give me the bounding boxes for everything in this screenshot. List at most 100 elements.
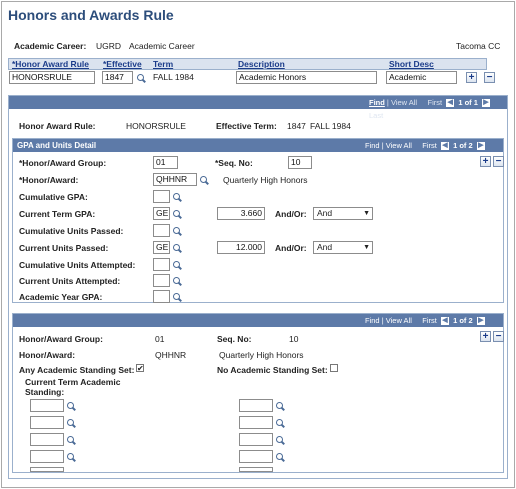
standing-input[interactable] (30, 416, 64, 429)
delete-group-button[interactable]: − (493, 156, 504, 167)
find-link[interactable]: Find (369, 98, 385, 107)
honor-award-group-label: Honor/Award Group: (19, 334, 103, 344)
magnifier-icon[interactable] (66, 435, 76, 445)
honor-award-group-input[interactable]: 01 (153, 156, 178, 169)
col-term[interactable]: Term (153, 59, 173, 70)
magnifier-icon[interactable] (172, 226, 182, 236)
col-short-desc[interactable]: Short Desc (389, 59, 434, 70)
col-description[interactable]: Description (238, 59, 285, 70)
standing-input[interactable] (239, 399, 273, 412)
magnifier-icon[interactable] (172, 276, 182, 286)
add-row-button[interactable]: + (466, 72, 477, 83)
seq-no-input[interactable]: 10 (288, 156, 312, 169)
gpa-section-header: GPA and Units Detail Find | View All Fir… (13, 139, 503, 163)
magnifier-icon[interactable] (199, 175, 209, 185)
find-link[interactable]: Find (365, 141, 380, 150)
standing-input[interactable] (239, 467, 273, 472)
short-desc-input[interactable]: Academic (386, 71, 457, 84)
arrow-right-icon[interactable]: ▶ (482, 99, 490, 108)
magnifier-icon[interactable] (66, 418, 76, 428)
delete-group-button[interactable]: − (493, 331, 504, 342)
magnifier-icon[interactable] (172, 260, 182, 270)
seq-no-value: 10 (289, 334, 299, 344)
description-input[interactable]: Academic Honors (236, 71, 377, 84)
gpa-units-section: GPA and Units Detail Find | View All Fir… (12, 138, 504, 303)
arrow-right-icon[interactable]: ▶ (476, 317, 485, 326)
current-units-passed-value-input[interactable]: 12.000 (217, 241, 265, 254)
magnifier-icon[interactable] (172, 292, 182, 302)
standing-input[interactable] (239, 416, 273, 429)
standing-input[interactable] (30, 399, 64, 412)
effective-term-desc: FALL 1984 (310, 121, 351, 131)
current-term-gpa-value-input[interactable]: 3.660 (217, 207, 265, 220)
row-range: 1 of 2 (453, 141, 473, 150)
magnifier-icon[interactable] (275, 401, 285, 411)
any-standing-label: Any Academic Standing Set: (19, 365, 135, 375)
first-link[interactable]: First (422, 141, 437, 150)
standing-input[interactable] (30, 450, 64, 463)
arrow-left-icon[interactable]: ◀ (440, 317, 449, 326)
magnifier-icon[interactable] (136, 73, 146, 83)
academic-standing-section: Find | View All First ◀ 1 of 2 ▶ Last + … (12, 313, 504, 473)
view-all-link[interactable]: View All (386, 316, 412, 325)
institution-name: Tacoma CC (456, 41, 501, 51)
honor-award-input[interactable]: QHHNR (153, 173, 197, 186)
col-honor-award-rule[interactable]: *Honor Award Rule (12, 59, 89, 70)
magnifier-icon[interactable] (275, 452, 285, 462)
current-units-passed-op-input[interactable]: GE (153, 241, 170, 254)
magnifier-icon[interactable] (275, 435, 285, 445)
standing-input[interactable] (30, 467, 64, 472)
magnifier-icon[interactable] (66, 401, 76, 411)
and-or-label: And/Or: (275, 243, 307, 253)
and-or-select[interactable]: And (313, 241, 373, 254)
honor-award-group-value: 01 (155, 334, 165, 344)
magnifier-icon[interactable] (275, 418, 285, 428)
last-link[interactable]: Last (365, 154, 379, 163)
rule-detail-panel: Find | View All First ◀ 1 of 1 ▶ Last Ho… (8, 95, 508, 479)
current-units-passed-label: Current Units Passed: (19, 243, 109, 253)
no-standing-checkbox[interactable] (330, 364, 338, 372)
cumulative-units-attempted-input[interactable] (153, 258, 170, 271)
nav-separator: | (381, 141, 384, 150)
first-link[interactable]: First (422, 316, 437, 325)
first-link[interactable]: First (428, 98, 443, 107)
effective-input[interactable]: 1847 (102, 71, 133, 84)
last-link[interactable]: Last (369, 111, 383, 120)
honor-award-group-label: *Honor/Award Group: (19, 158, 107, 168)
add-group-button[interactable]: + (480, 331, 491, 342)
term-value: FALL 1984 (153, 72, 194, 82)
nav-separator: | (381, 316, 384, 325)
standing-input[interactable] (30, 433, 64, 446)
view-all-link[interactable]: View All (386, 141, 412, 150)
current-units-attempted-input[interactable] (153, 274, 170, 287)
add-group-button[interactable]: + (480, 156, 491, 167)
arrow-left-icon[interactable]: ◀ (440, 142, 449, 151)
delete-row-button[interactable]: − (484, 72, 495, 83)
and-or-select[interactable]: And (313, 207, 373, 220)
honor-award-rule-label: Honor Award Rule: (19, 121, 96, 131)
honor-award-rule-input[interactable]: HONORSRULE (9, 71, 95, 84)
magnifier-icon[interactable] (172, 209, 182, 219)
magnifier-icon[interactable] (66, 452, 76, 462)
honor-award-desc: Quarterly High Honors (223, 175, 308, 185)
honor-award-label: Honor/Award: (19, 350, 76, 360)
honor-award-desc: Quarterly High Honors (219, 350, 304, 360)
career-desc: Academic Career (129, 41, 195, 51)
standing-input[interactable] (239, 450, 273, 463)
current-term-gpa-op-input[interactable]: GE (153, 207, 170, 220)
col-effective[interactable]: *Effective (103, 59, 142, 70)
academic-year-gpa-input[interactable] (153, 290, 170, 303)
cumulative-units-passed-input[interactable] (153, 224, 170, 237)
view-all-link[interactable]: View All (391, 98, 417, 107)
cumulative-gpa-input[interactable] (153, 190, 170, 203)
arrow-left-icon[interactable]: ◀ (446, 99, 455, 108)
current-term-gpa-label: Current Term GPA: (19, 209, 96, 219)
magnifier-icon[interactable] (172, 243, 182, 253)
magnifier-icon[interactable] (172, 192, 182, 202)
seq-no-label: Seq. No: (217, 334, 252, 344)
any-standing-checkbox[interactable]: ✔ (136, 364, 144, 373)
arrow-right-icon[interactable]: ▶ (476, 142, 485, 151)
last-link[interactable]: Last (365, 329, 379, 338)
standing-input[interactable] (239, 433, 273, 446)
find-link[interactable]: Find (365, 316, 380, 325)
